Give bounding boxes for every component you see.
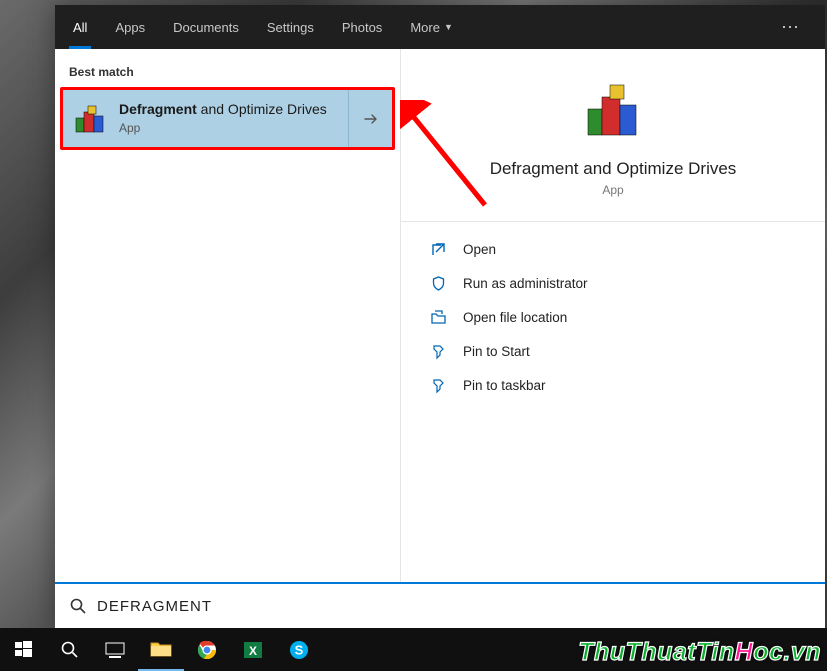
tab-more-label: More: [410, 20, 440, 35]
match-title: Defragment and Optimize Drives: [119, 101, 348, 119]
action-pin-start-label: Pin to Start: [463, 344, 530, 359]
preview-column: Defragment and Optimize Drives App Open …: [400, 49, 825, 582]
action-open[interactable]: Open: [401, 232, 825, 266]
search-bar: [55, 582, 825, 628]
svg-text:X: X: [249, 644, 257, 658]
tab-more[interactable]: More ▼: [396, 5, 467, 49]
start-button[interactable]: [0, 628, 46, 671]
taskbar-file-explorer[interactable]: [138, 628, 184, 671]
tab-settings[interactable]: Settings: [253, 5, 328, 49]
search-button[interactable]: [46, 628, 92, 671]
open-icon: [429, 240, 447, 258]
tab-photos[interactable]: Photos: [328, 5, 396, 49]
action-open-location-label: Open file location: [463, 310, 567, 325]
search-tabs: All Apps Documents Settings Photos More …: [55, 5, 825, 49]
action-pin-start[interactable]: Pin to Start: [401, 334, 825, 368]
expand-arrow-button[interactable]: [348, 90, 392, 147]
defrag-icon: [582, 79, 644, 141]
chevron-down-icon: ▼: [444, 22, 453, 32]
search-icon: [69, 597, 87, 615]
action-open-location[interactable]: Open file location: [401, 300, 825, 334]
action-run-admin-label: Run as administrator: [463, 276, 588, 291]
taskbar: X S: [0, 628, 827, 671]
svg-text:S: S: [295, 642, 304, 657]
results-column: Best match Defragment and Optimize Drive…: [55, 49, 400, 582]
folder-icon: [429, 308, 447, 326]
action-open-label: Open: [463, 242, 496, 257]
search-input[interactable]: [97, 598, 811, 615]
preview-subtitle: App: [602, 183, 623, 197]
shield-icon: [429, 274, 447, 292]
task-view-button[interactable]: [92, 628, 138, 671]
pin-icon: [429, 376, 447, 394]
start-search-panel: All Apps Documents Settings Photos More …: [55, 5, 825, 628]
pin-icon: [429, 342, 447, 360]
action-pin-taskbar-label: Pin to taskbar: [463, 378, 546, 393]
search-body: Best match Defragment and Optimize Drive…: [55, 49, 825, 582]
preview-title: Defragment and Optimize Drives: [490, 159, 737, 179]
action-pin-taskbar[interactable]: Pin to taskbar: [401, 368, 825, 402]
best-match-heading: Best match: [55, 59, 400, 87]
preview-actions: Open Run as administrator Open file loca…: [401, 221, 825, 412]
match-subtitle: App: [119, 121, 348, 136]
more-options-button[interactable]: ⋯: [761, 17, 821, 38]
best-match-result[interactable]: Defragment and Optimize Drives App: [60, 87, 395, 150]
action-run-admin[interactable]: Run as administrator: [401, 266, 825, 300]
taskbar-chrome[interactable]: [184, 628, 230, 671]
preview-header: Defragment and Optimize Drives App: [401, 49, 825, 221]
taskbar-excel[interactable]: X: [230, 628, 276, 671]
tab-documents[interactable]: Documents: [159, 5, 253, 49]
tab-all[interactable]: All: [59, 5, 101, 49]
defrag-icon: [73, 102, 107, 136]
taskbar-skype[interactable]: S: [276, 628, 322, 671]
tab-apps[interactable]: Apps: [101, 5, 159, 49]
